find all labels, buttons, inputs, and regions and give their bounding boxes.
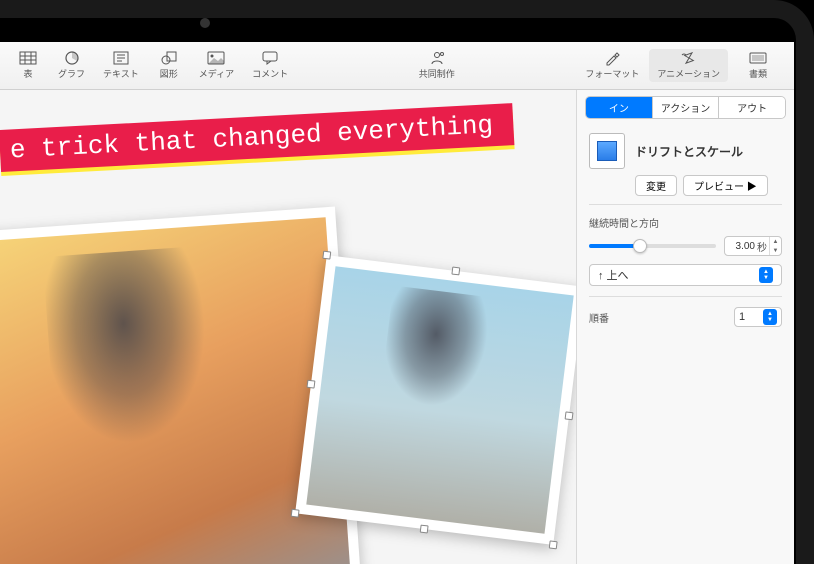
duration-field[interactable]: 3.00 秒 ▲ ▼ (724, 236, 782, 256)
selection-handle[interactable] (565, 411, 574, 420)
toolbar-inspector-group: フォーマット アニメーション 書類 (577, 49, 786, 82)
tab-action[interactable]: アクション (653, 97, 720, 118)
chevron-updown-icon: ▲▼ (763, 309, 777, 325)
effect-name: ドリフトとスケール (635, 143, 743, 160)
laptop-camera (200, 18, 210, 28)
slide-photo-2-selected[interactable] (295, 255, 576, 545)
collaborate-icon (428, 51, 446, 65)
slide-canvas[interactable]: e trick that changed everything (0, 90, 576, 564)
toolbar: 表 グラフ テキスト 図形 (0, 42, 794, 90)
inspector-panel: イン アクション アウト ドリフトとスケール 変更 プレビュー ▶ 継続時間と方… (576, 90, 794, 564)
change-effect-button[interactable]: 変更 (635, 175, 677, 196)
format-icon (603, 51, 621, 65)
toolbar-text[interactable]: テキスト (95, 49, 147, 82)
toolbar-comment[interactable]: コメント (244, 49, 296, 82)
order-select[interactable]: 1 ▲▼ (734, 307, 782, 327)
order-value: 1 (739, 311, 745, 323)
preview-button[interactable]: プレビュー ▶ (683, 175, 768, 196)
tab-build-in[interactable]: イン (586, 97, 653, 118)
selection-handle[interactable] (291, 509, 300, 518)
comment-icon (261, 51, 279, 65)
document-icon (749, 51, 767, 65)
table-icon (19, 51, 37, 65)
text-icon (112, 51, 130, 65)
slider-thumb[interactable] (633, 239, 647, 253)
toolbar-table[interactable]: 表 (8, 49, 48, 82)
direction-value: ↑ 上へ (598, 267, 629, 283)
keynote-window: 表 グラフ テキスト 図形 (0, 42, 794, 564)
duration-slider[interactable] (589, 244, 716, 248)
stepper-up-icon[interactable]: ▲ (770, 237, 781, 246)
toolbar-shape[interactable]: 図形 (149, 49, 189, 82)
slide-title[interactable]: e trick that changed everything (0, 103, 514, 172)
chart-icon (63, 51, 81, 65)
animation-tabs: イン アクション アウト (585, 96, 786, 119)
toolbar-document[interactable]: 書類 (730, 49, 786, 82)
selection-handle[interactable] (549, 540, 558, 549)
slide-title-text: e trick that changed everything (0, 103, 514, 172)
toolbar-media[interactable]: メディア (191, 49, 242, 82)
selection-handle[interactable] (322, 251, 331, 260)
toolbar-format[interactable]: フォーマット (577, 49, 647, 82)
selection-handle[interactable] (451, 267, 460, 276)
effect-thumbnail (589, 133, 625, 169)
effect-section: ドリフトとスケール 変更 プレビュー ▶ 継続時間と方向 3.00 秒 (577, 129, 794, 339)
chevron-updown-icon: ▲▼ (759, 267, 773, 283)
photo-content (306, 266, 573, 533)
selection-handle[interactable] (420, 525, 429, 534)
toolbar-animate[interactable]: アニメーション (649, 49, 728, 82)
media-icon (207, 51, 225, 65)
main-area: e trick that changed everything イン アクション… (0, 90, 794, 564)
shape-icon (160, 51, 178, 65)
duration-direction-label: 継続時間と方向 (589, 215, 782, 230)
tab-build-out[interactable]: アウト (719, 97, 785, 118)
toolbar-collaborate[interactable]: 共同制作 (411, 49, 463, 82)
direction-select[interactable]: ↑ 上へ ▲▼ (589, 264, 782, 286)
order-label: 順番 (589, 310, 609, 325)
toolbar-insert-group: 表 グラフ テキスト 図形 (8, 49, 296, 82)
toolbar-chart[interactable]: グラフ (50, 49, 93, 82)
selection-handle[interactable] (307, 380, 316, 389)
stepper-down-icon[interactable]: ▼ (770, 246, 781, 255)
animate-icon (680, 51, 698, 65)
